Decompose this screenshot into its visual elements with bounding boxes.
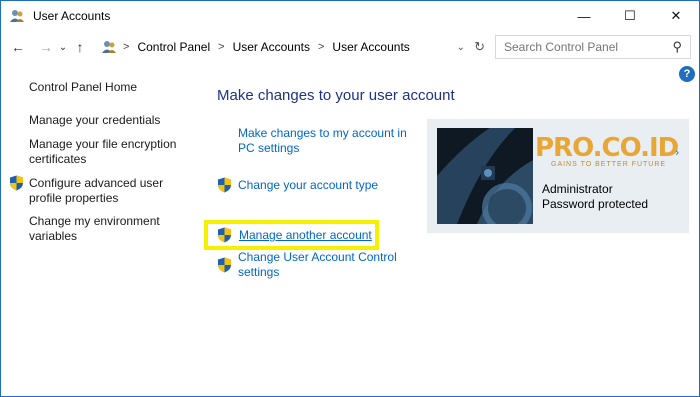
up-button[interactable]: ↑ [69,35,91,59]
breadcrumb-separator[interactable]: > [318,41,324,53]
address-dropdown-icon[interactable]: ⌄ [457,42,465,53]
refresh-icon[interactable]: ↻ [474,39,485,55]
control-panel-icon [101,39,117,55]
account-avatar [437,128,533,224]
breadcrumb-control-panel[interactable]: Control Panel [137,40,210,54]
link-text: Manage another account [239,228,372,242]
breadcrumb-user-accounts-current[interactable]: User Accounts [332,40,409,54]
breadcrumb-separator[interactable]: > [218,41,224,53]
page-title: Make changes to your user account [217,87,455,104]
search-icon[interactable]: ⚲ [672,39,682,55]
uac-shield-icon [217,177,232,193]
sidebar-item-file-encryption[interactable]: Manage your file encryption certificates [29,137,176,167]
sidebar-item-label: certificates [29,152,87,166]
sidebar-item-label: variables [29,229,78,243]
address-bar[interactable]: > Control Panel > User Accounts > User A… [101,35,489,59]
watermark-tagline: GAINS TO BETTER FUTURE [551,161,667,168]
user-accounts-window: User Accounts — ☐ ✕ ← → ⌄ ↑ > Control Pa… [0,0,700,397]
sidebar-item-label: Change my environment [29,214,160,228]
sidebar-item-label: Manage your credentials [29,113,161,127]
sidebar-item-environment-variables[interactable]: Change my environment variables [29,214,160,244]
help-button[interactable]: ? [679,66,695,82]
account-status: Password protected [542,197,649,211]
close-button[interactable]: ✕ [653,1,699,31]
address-toolbar: ← → ⌄ ↑ > Control Panel > User Accounts … [1,31,699,63]
link-text: Change your account type [238,178,379,192]
link-manage-another-account[interactable]: Manage another account [239,228,372,243]
maximize-button[interactable]: ☐ [607,1,653,31]
recent-locations-button[interactable]: ⌄ [57,35,69,59]
chevron-right-icon: › [675,147,679,159]
link-text: Change User Account Control [238,250,397,264]
uac-shield-icon [217,227,232,243]
sidebar-item-label: Configure advanced user [29,176,164,190]
account-tile[interactable]: PRO.CO.ID GAINS TO BETTER FUTURE › Admin… [427,119,689,233]
sidebar-item-manage-credentials[interactable]: Manage your credentials [29,113,160,128]
window-title: User Accounts [33,9,111,23]
link-text: settings [238,265,280,279]
back-button[interactable]: ← [7,35,29,59]
link-uac-settings[interactable]: Change User Account Control settings [238,250,397,280]
sidebar: Control Panel Home Manage your credentia… [1,67,186,397]
forward-button[interactable]: → [35,35,57,59]
link-text: Make changes to my account in [238,126,407,140]
breadcrumb-separator[interactable]: > [123,41,129,53]
minimize-button[interactable]: — [561,1,607,31]
account-name: Administrator [542,182,613,196]
search-box[interactable]: ⚲ [495,35,691,59]
uac-shield-icon [9,175,24,191]
user-accounts-icon [9,8,25,24]
link-change-account-type[interactable]: Change your account type [238,178,378,193]
uac-shield-icon [217,257,232,273]
sidebar-item-label: Manage your file encryption [29,137,177,151]
link-text: PC settings [238,141,300,155]
watermark-logo: PRO.CO.ID [535,133,679,163]
breadcrumb-user-accounts[interactable]: User Accounts [233,40,310,54]
link-pc-settings[interactable]: Make changes to my account in PC setting… [238,126,407,156]
title-bar: User Accounts — ☐ ✕ [1,1,699,31]
search-input[interactable] [504,40,664,54]
sidebar-item-advanced-user-profile[interactable]: Configure advanced user profile properti… [29,176,163,206]
sidebar-item-label: profile properties [29,191,119,205]
sidebar-control-panel-home[interactable]: Control Panel Home [29,80,137,95]
